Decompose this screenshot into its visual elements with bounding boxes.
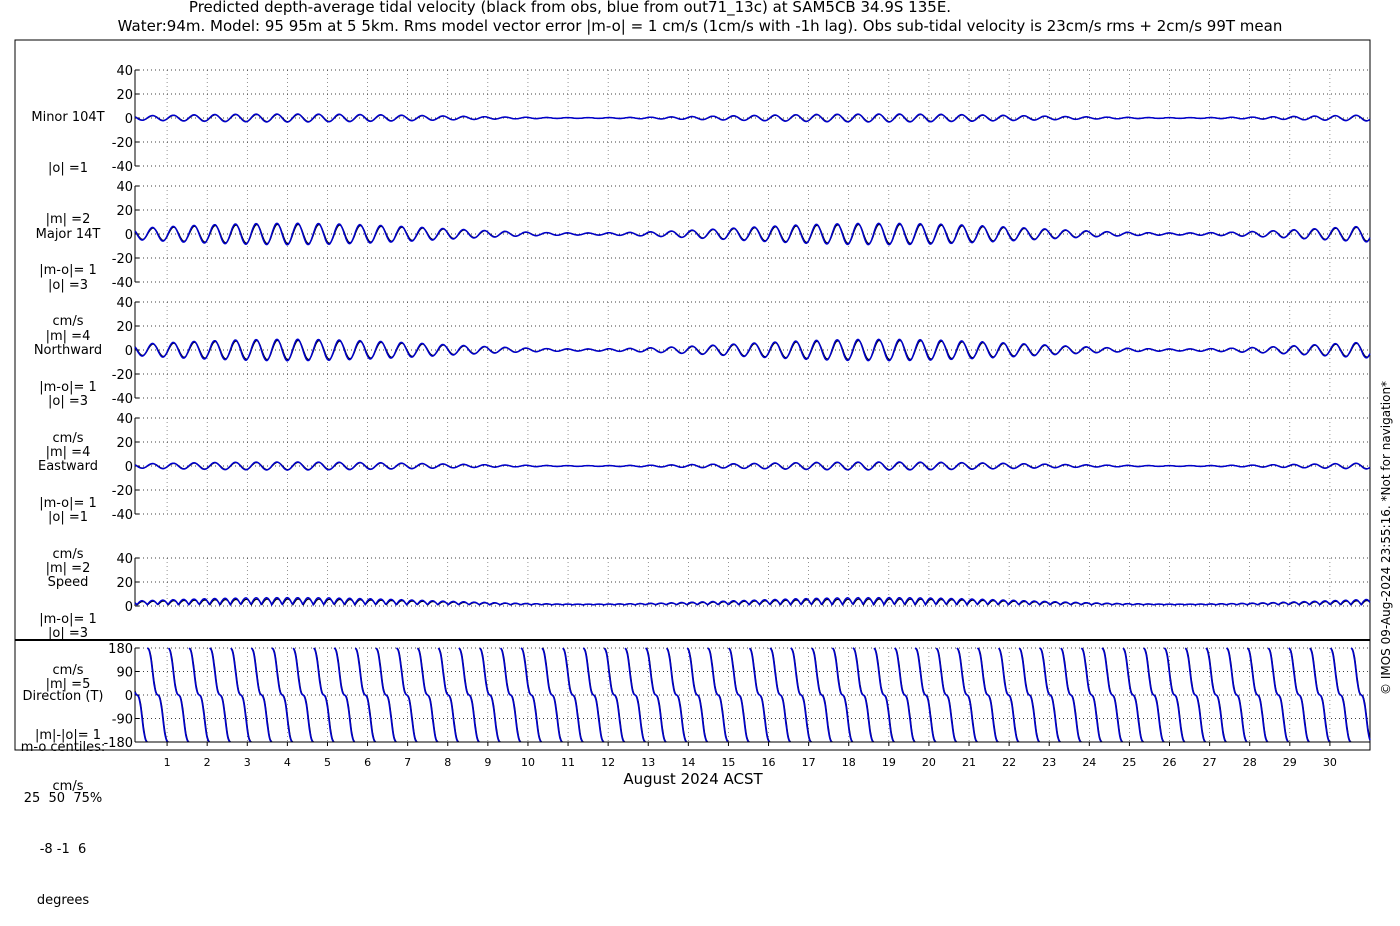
y-tick-label: 0: [125, 460, 133, 475]
series-line-direction-model: [1080, 647, 1102, 743]
x-axis-label: August 2024 ACST: [623, 770, 763, 788]
y-tick-label: 90: [116, 666, 133, 681]
series-line-direction-model: [416, 647, 439, 743]
y-tick-label: 20: [116, 576, 133, 591]
series-line-direction-model: [188, 647, 210, 743]
x-tick-label: 1: [164, 756, 171, 769]
series-line-east-model: [134, 461, 1371, 471]
x-tick-label: 3: [244, 756, 251, 769]
series-line-direction-model: [134, 691, 148, 743]
x-tick-label: 11: [561, 756, 575, 769]
y-tick-label: 0: [125, 112, 133, 127]
y-tick-label: 0: [125, 344, 133, 359]
y-tick-label: 20: [116, 436, 133, 451]
y-tick-label: -40: [112, 508, 133, 523]
series-line-direction-model: [1018, 647, 1040, 743]
y-tick-label: 40: [116, 552, 133, 567]
x-tick-label: 22: [1002, 756, 1016, 769]
series-line-direction-model: [1350, 647, 1371, 741]
y-tick-label: 0: [125, 689, 133, 704]
y-tick-label: 20: [116, 88, 133, 103]
x-tick-label: 6: [364, 756, 371, 769]
series-line-speed-model: [134, 596, 1371, 607]
x-tick-label: 25: [1122, 756, 1136, 769]
x-tick-label: 15: [721, 756, 735, 769]
y-tick-label: -20: [112, 368, 133, 383]
x-tick-label: 7: [404, 756, 411, 769]
series-line-minor-model: [134, 113, 1371, 123]
x-tick-label: 24: [1082, 756, 1096, 769]
x-tick-label: 29: [1283, 756, 1297, 769]
x-tick-label: 23: [1042, 756, 1056, 769]
x-tick-label: 14: [681, 756, 695, 769]
series-line-direction-model: [811, 647, 833, 743]
x-tick-label: 2: [204, 756, 211, 769]
y-tick-label: 40: [116, 412, 133, 427]
y-tick-label: 0: [125, 228, 133, 243]
series-line-direction-model: [1184, 647, 1206, 743]
y-tick-label: -40: [112, 160, 133, 175]
upper-frame: [14, 39, 1371, 641]
y-tick-label: -20: [112, 252, 133, 267]
x-tick-label: 9: [484, 756, 491, 769]
series-line-direction-model: [1122, 647, 1144, 743]
y-tick-label: -20: [112, 136, 133, 151]
x-tick-label: 28: [1243, 756, 1257, 769]
x-tick-label: 18: [842, 756, 856, 769]
series-line-direction-model: [1143, 647, 1165, 743]
y-tick-label: 20: [116, 320, 133, 335]
series-line-direction-model: [686, 647, 708, 743]
y-tick-label: -40: [112, 392, 133, 407]
series-line-direction-model: [1246, 647, 1269, 743]
x-tick-label: 27: [1203, 756, 1217, 769]
x-tick-label: 20: [922, 756, 936, 769]
y-tick-label: 40: [116, 296, 133, 311]
x-tick-label: 26: [1163, 756, 1177, 769]
y-tick-label: -40: [112, 276, 133, 291]
panel-label-line: degrees: [36, 893, 90, 908]
x-tick-label: 19: [882, 756, 896, 769]
x-tick-label: 21: [962, 756, 976, 769]
series-line-major-model: [134, 222, 1371, 246]
series-line-direction-model: [479, 647, 501, 743]
y-tick-label: 180: [108, 642, 133, 657]
x-tick-label: 12: [601, 756, 615, 769]
x-tick-label: 5: [324, 756, 331, 769]
y-tick-label: -20: [112, 484, 133, 499]
series-line-direction-model: [313, 647, 335, 743]
y-tick-label: 40: [116, 180, 133, 195]
series-line-direction-model: [250, 647, 272, 743]
series-line-direction-model: [748, 647, 770, 743]
x-tick-label: 17: [802, 756, 816, 769]
x-tick-label: 10: [521, 756, 535, 769]
panel-label-line: -8 -1 6: [39, 842, 87, 857]
y-tick-label: -90: [112, 713, 133, 728]
x-tick-label: 30: [1323, 756, 1337, 769]
x-tick-label: 4: [284, 756, 291, 769]
y-tick-label: 20: [116, 204, 133, 219]
series-line-direction-model: [375, 647, 397, 743]
y-tick-label: 0: [125, 600, 133, 615]
series-line-direction-model: [914, 647, 937, 743]
series-line-direction-model: [873, 647, 895, 743]
y-tick-label: -180: [103, 736, 133, 751]
x-tick-label: 13: [641, 756, 655, 769]
tidal-velocity-chart: 40200-20-4040200-20-4040200-20-4040200-2…: [14, 39, 1371, 788]
series-line-direction-model: [354, 647, 376, 743]
x-tick-label: 8: [444, 756, 451, 769]
series-line-direction-model: [1205, 647, 1227, 743]
x-tick-label: 16: [762, 756, 776, 769]
y-tick-label: 40: [116, 64, 133, 79]
series-line-north-model: [134, 338, 1371, 362]
